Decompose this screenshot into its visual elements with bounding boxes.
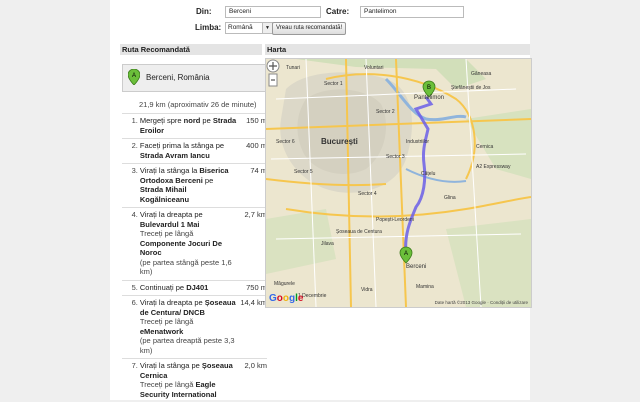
map-place-label: Găneasa [471,71,492,77]
step-number: 6. [131,298,138,307]
step-distance: 74 m [250,166,267,175]
map-place-label: Jilava [321,241,334,247]
step-street: eMenatwork [139,326,184,336]
step-number: 5. [131,282,138,292]
step-text: Treceți pe lângă [139,380,196,389]
map-place-label: Sector 2 [376,109,395,115]
from-label: Din: [196,7,212,16]
step-text: Virați la dreapta pe [139,210,203,219]
map-place-label: Sector 5 [294,169,313,175]
origin-box: A Berceni, România [122,64,267,92]
map-attribution[interactable]: Date hartă ©2013 Google · Condiții de ut… [435,300,528,305]
step-number: 2. [131,141,138,150]
to-input[interactable]: Pantelimon [360,6,464,18]
map-place-label: Sector 4 [358,191,377,197]
route-step[interactable]: 6. Virați la dreapta pe Șoseaua de Centur… [122,295,267,358]
map-marker-icon: A [127,68,141,87]
route-steps: 1. Mergeți spre nord pe Strada Eroilor 150… [122,113,267,402]
zoom-control[interactable] [266,59,280,89]
step-text: Continuați pe [139,282,187,292]
step-street: nord [183,116,201,125]
route-panel: A Berceni, România 21,9 km (aproximativ … [122,58,267,402]
step-instruction: Mergeți spre nord pe Strada Eroilor [140,116,237,135]
step-distance: 2,7 km [244,210,267,219]
step-text: (pe partea stângă peste 1,6 km) [139,257,232,277]
language-select[interactable]: Română ▼ [225,22,273,34]
step-instruction: Continuați pe DJ401 [140,283,237,293]
map-place-label: Vidra [361,287,373,293]
step-text: Faceți prima la stânga pe [139,141,225,150]
svg-text:B: B [427,85,431,91]
step-text: Virați la stânga pe [139,361,202,370]
map-place-label: Mamina [416,284,434,290]
step-text: Treceți pe lângă [139,229,194,238]
map-place-label: Voluntari [364,65,384,71]
google-logo: Google [269,293,304,304]
step-instruction: Faceți prima la stânga pe Strada Avram I… [140,141,237,160]
route-summary: 21,9 km (aproximativ 26 de minute) [139,100,257,109]
svg-text:A: A [404,251,408,257]
step-text: Mergeți spre [139,116,184,125]
step-distance: 150 m [246,116,267,125]
step-distance: 14,4 km [240,298,267,307]
svg-text:A: A [132,73,136,79]
map-place-label: Glina [444,195,456,201]
route-step[interactable]: 4. Virați la dreapta pe Bulevardul 1 Mai T… [122,207,267,280]
map-place-label: Popești-Leordeni [376,217,414,223]
step-instruction: Virați la stânga la Biserica Ortodoxa Be… [140,166,237,204]
step-text: Virați la dreapta pe [139,298,205,307]
route-step[interactable]: 2. Faceți prima la stânga pe Strada Avram… [122,138,267,163]
map-place-label: Cernica [476,144,494,150]
route-form: Din: Berceni Catre: Pantelimon Limba: Ro… [0,0,640,40]
submit-route-button[interactable]: Vreau ruta recomandată! [272,22,347,35]
step-number: 7. [131,361,138,370]
route-section-title: Ruta Recomandată [120,44,262,55]
map-canvas: A B [266,59,531,307]
step-distance: 750 m [246,282,267,292]
map-place-label: Sector 3 [386,154,405,160]
step-street: Componente Jocuri De Noroc [139,238,222,258]
route-step[interactable]: 5. Continuați pe DJ401 750 m [122,279,267,296]
step-text: Treceți pe lângă [139,317,194,326]
from-input[interactable]: Berceni [225,6,321,18]
map-place-label: Ștefăneștii de Jos [451,85,491,91]
map-place-label: Berceni [406,264,427,270]
step-distance: 2,0 km [244,361,267,370]
step-text: (pe partea dreaptă peste 3,3 km) [139,336,235,355]
step-instruction: Virați la stânga pe Șoseaua Cernica Trece… [140,361,237,399]
chevron-down-icon: ▼ [262,23,272,33]
map-place-label: Industriilor [406,139,430,145]
route-step[interactable]: 7. Virați la stânga pe Șoseaua Cernica Tre… [122,358,267,402]
to-label: Catre: [326,7,350,16]
step-street: Strada Avram Iancu [139,150,210,160]
route-step[interactable]: 1. Mergeți spre nord pe Strada Eroilor 150… [122,113,267,138]
language-value: Română [228,24,253,31]
step-text: pe [202,175,214,185]
step-street: Bulevardul 1 Mai [139,219,200,229]
step-instruction: Virați la dreapta pe Bulevardul 1 Mai Tre… [140,210,237,277]
language-label: Limba: [195,23,222,32]
step-street: Strada Mihail Kogălniceanu [139,185,190,204]
step-distance: 400 m [246,141,267,150]
step-number: 3. [131,166,138,175]
map-place-label: Tunari [286,65,300,71]
map-place-label: Măgurele [274,281,295,287]
map-place-label: Șoseaua de Centura [336,229,382,235]
map-place-label: Sector 1 [324,81,343,87]
step-instruction: Virați la dreapta pe Șoseaua de Centura/… [140,298,237,355]
step-text: pe [200,116,213,125]
map-place-label: Pantelimon [414,95,445,101]
route-step[interactable]: 3. Virați la stânga la Biserica Ortodoxa … [122,163,267,207]
map-view[interactable]: A B București Pantelimon Berceni Sector 1 Se… [265,58,532,308]
map-place-label: București [321,137,358,146]
origin-label: Berceni, România [146,73,210,82]
step-number: 4. [131,210,138,219]
map-section-title: Harta [265,44,530,55]
step-number: 1. [131,116,138,125]
map-place-label: Cățelu [421,171,436,177]
map-place-label: A2 Expressway [476,164,511,170]
map-place-label: Sector 6 [276,139,295,145]
step-text: Virați la stânga la [139,166,200,175]
step-street: DJ401 [186,282,209,292]
